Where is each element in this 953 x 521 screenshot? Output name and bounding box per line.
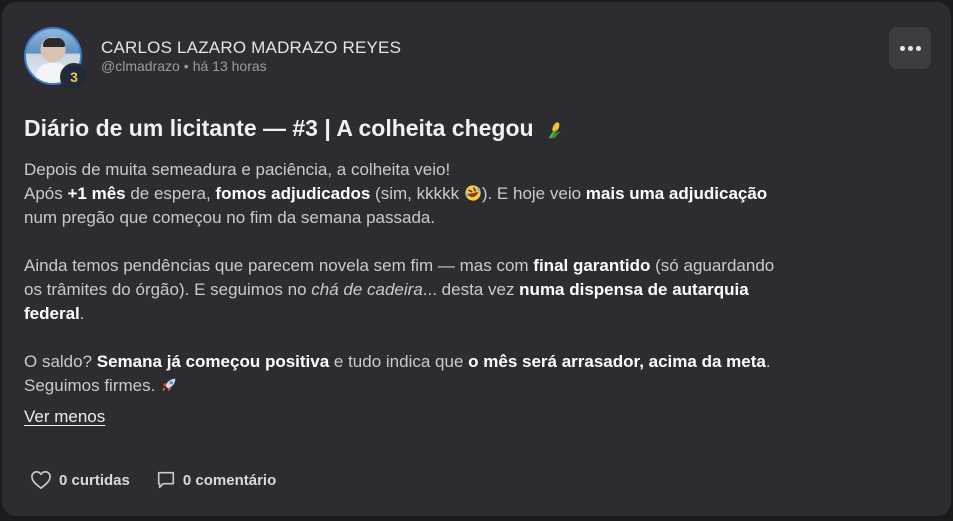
comments-count: 0 comentário — [182, 471, 277, 489]
post-body: Depois de muita semeadura e paciência, a… — [24, 158, 794, 398]
rofl-face-icon — [465, 185, 481, 201]
post-actions: 0 curtidas 0 comentário — [30, 470, 276, 490]
meta-separator: • — [183, 58, 189, 74]
comment-icon — [157, 471, 174, 489]
post-meta: @clmadrazo • há 13 horas — [101, 58, 267, 74]
paragraph-3: O saldo? Semana já começou positiva e tu… — [24, 352, 771, 395]
level-badge: 3 — [60, 63, 88, 91]
paragraph-2: Ainda temos pendências que parecem novel… — [24, 256, 775, 323]
dot-icon — [915, 45, 921, 51]
like-button[interactable]: 0 curtidas — [30, 470, 130, 490]
comment-button[interactable]: 0 comentário — [156, 470, 276, 490]
post-time: há 13 horas — [192, 58, 267, 74]
corn-icon — [548, 122, 562, 139]
paragraph-1: Depois de muita semeadura e paciência, a… — [24, 160, 768, 227]
avatar[interactable]: 3 — [24, 27, 88, 91]
likes-count: 0 curtidas — [59, 471, 130, 489]
see-less-link[interactable]: Ver menos — [24, 407, 105, 427]
more-options-button[interactable] — [889, 27, 931, 69]
dot-icon — [907, 45, 913, 51]
post-title-text: Diário de um licitante — #3 | A colheita… — [24, 115, 534, 141]
author-name[interactable]: CARLOS LAZARO MADRAZO REYES — [101, 38, 401, 58]
author-handle[interactable]: @clmadrazo — [101, 58, 180, 74]
rocket-icon — [162, 378, 176, 392]
post-card: 3 CARLOS LAZARO MADRAZO REYES @clmadrazo… — [2, 2, 951, 516]
heart-icon — [31, 471, 51, 489]
dot-icon — [899, 45, 905, 51]
post-title: Diário de um licitante — #3 | A colheita… — [24, 115, 564, 142]
